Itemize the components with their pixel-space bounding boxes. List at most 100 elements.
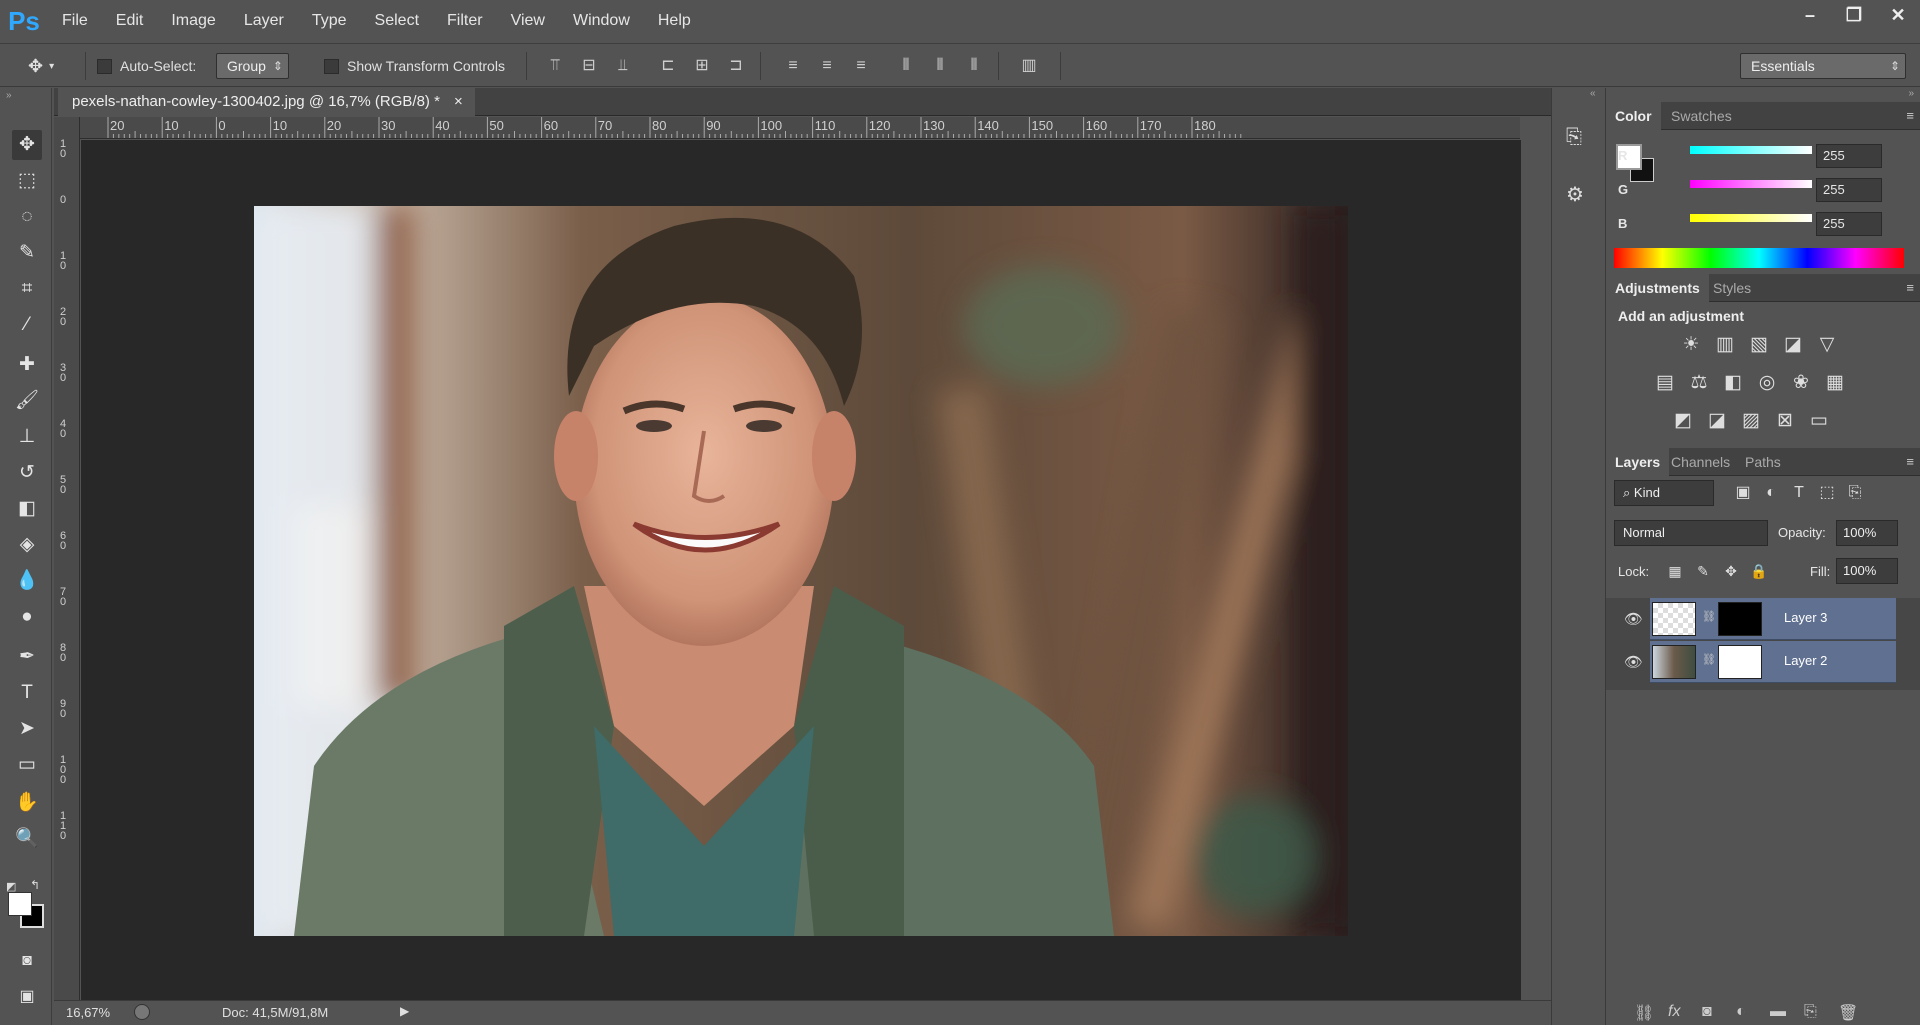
tab-layers[interactable]: Layers [1606, 448, 1670, 476]
filter-type-icon[interactable]: T [1786, 480, 1812, 506]
tab-adjustments[interactable]: Adjustments [1606, 274, 1709, 302]
layer-name[interactable]: Layer 3 [1784, 610, 1827, 625]
new-layer-icon[interactable]: ⎘ [1804, 1003, 1817, 1021]
clone-stamp-tool-icon[interactable]: ⊥ [12, 422, 42, 452]
distribute-vcenter-icon[interactable]: ≡ [816, 56, 838, 76]
close-document-icon[interactable]: × [454, 88, 463, 116]
layer-name[interactable]: Layer 2 [1784, 653, 1827, 668]
minimize-button[interactable]: – [1788, 0, 1832, 30]
align-top-icon[interactable]: ⫪ [544, 56, 566, 76]
brightness-contrast-icon[interactable]: ☀ [1678, 332, 1704, 358]
posterize-icon[interactable]: ◪ [1704, 408, 1730, 434]
zoom-tool-icon[interactable]: 🔍 [12, 824, 42, 854]
link-icon[interactable]: ⛓ [1702, 610, 1716, 623]
auto-select-target-dropdown[interactable]: Group [216, 53, 289, 79]
red-value-field[interactable]: 255 [1816, 144, 1882, 168]
collapse-toolbar-icon[interactable]: » [6, 90, 12, 101]
collapse-dock-icon[interactable]: « [1590, 88, 1596, 99]
move-tool-preset[interactable]: ✥ ▾ [28, 54, 54, 78]
new-adjustment-layer-icon[interactable]: ◐ [1736, 1003, 1746, 1021]
add-mask-icon[interactable]: ◙ [1702, 1003, 1712, 1021]
blend-mode-dropdown[interactable]: Normal [1614, 520, 1768, 546]
menu-type[interactable]: Type [298, 0, 361, 42]
type-tool-icon[interactable]: T [12, 678, 42, 708]
lock-position-icon[interactable]: ✥ [1718, 558, 1744, 584]
selective-color-icon[interactable]: ⊠ [1772, 408, 1798, 434]
red-slider[interactable] [1690, 146, 1812, 154]
menu-select[interactable]: Select [361, 0, 433, 42]
new-group-icon[interactable]: ▬ [1770, 1003, 1786, 1021]
workspace-dropdown[interactable]: Essentials [1740, 53, 1906, 79]
auto-select-option[interactable]: Auto-Select: [97, 54, 196, 78]
quick-mask-icon[interactable]: ◙ [12, 946, 42, 976]
gradient-map-icon[interactable]: ▭ [1806, 408, 1832, 434]
distribute-left-icon[interactable]: ⦀ [895, 56, 917, 76]
foreground-color-swatch[interactable] [8, 892, 32, 916]
history-panel-icon[interactable]: ⎘ [1566, 126, 1582, 149]
layer-row[interactable]: ⛓ Layer 2 [1650, 641, 1896, 683]
menu-help[interactable]: Help [644, 0, 705, 42]
align-left-icon[interactable]: ⊏ [657, 56, 679, 76]
pen-tool-icon[interactable]: ✒ [12, 642, 42, 672]
healing-brush-tool-icon[interactable]: ✚ [12, 350, 42, 380]
swap-colors-icon[interactable]: ↰ [30, 878, 40, 892]
zoom-level[interactable]: 16,67% [66, 1005, 110, 1020]
photo-filter-icon[interactable]: ◎ [1754, 370, 1780, 396]
marquee-tool-icon[interactable]: ⬚ [12, 166, 42, 196]
hue-saturation-icon[interactable]: ▤ [1652, 370, 1678, 396]
blur-tool-icon[interactable]: 💧 [12, 566, 42, 596]
menu-window[interactable]: Window [559, 0, 644, 42]
dodge-tool-icon[interactable]: ● [12, 602, 42, 632]
layer-row[interactable]: ⛓ Layer 3 [1650, 598, 1896, 640]
quick-selection-tool-icon[interactable]: ✎ [12, 238, 42, 268]
exposure-icon[interactable]: ◪ [1780, 332, 1806, 358]
show-transform-option[interactable]: Show Transform Controls [324, 54, 505, 78]
transform-controls-checkbox[interactable] [324, 58, 339, 74]
color-balance-icon[interactable]: ⚖ [1686, 370, 1712, 396]
tab-channels[interactable]: Channels [1662, 448, 1739, 476]
green-slider[interactable] [1690, 180, 1812, 188]
lock-all-icon[interactable]: 🔒 [1746, 558, 1772, 584]
blue-value-field[interactable]: 255 [1816, 212, 1882, 236]
visibility-eye-icon[interactable]: 👁 [1624, 653, 1643, 671]
filter-smart-object-icon[interactable]: ⎘ [1842, 480, 1868, 506]
panel-menu-icon[interactable]: ≡ [1906, 454, 1914, 469]
eyedropper-tool-icon[interactable]: ⁄ [12, 310, 42, 340]
lock-pixels-icon[interactable]: ✎ [1690, 558, 1716, 584]
menu-file[interactable]: File [48, 0, 102, 42]
link-layers-icon[interactable]: ⛓ [1634, 1003, 1654, 1023]
align-vcenter-icon[interactable]: ⊟ [578, 56, 600, 76]
status-info-icon[interactable] [134, 1004, 150, 1020]
auto-align-layers-icon[interactable]: ▥ [1018, 56, 1040, 76]
hand-tool-icon[interactable]: ✋ [12, 788, 42, 818]
restore-button[interactable]: ❐ [1832, 0, 1876, 30]
distribute-right-icon[interactable]: ⦀ [963, 56, 985, 76]
menu-filter[interactable]: Filter [433, 0, 497, 42]
rectangle-tool-icon[interactable]: ▭ [12, 750, 42, 780]
tab-paths[interactable]: Paths [1736, 448, 1790, 476]
distribute-hcenter-icon[interactable]: ⦀ [929, 56, 951, 76]
menu-image[interactable]: Image [157, 0, 229, 42]
status-menu-arrow-icon[interactable]: ▶ [400, 1004, 409, 1018]
expand-panels-icon[interactable]: » [1908, 88, 1914, 99]
vibrance-icon[interactable]: ▽ [1814, 332, 1840, 358]
properties-panel-icon[interactable]: ⚙ [1566, 182, 1584, 207]
levels-icon[interactable]: ▥ [1712, 332, 1738, 358]
layer-style-icon[interactable]: fx [1668, 1003, 1680, 1021]
lock-transparent-icon[interactable]: ▦ [1662, 558, 1688, 584]
fill-field[interactable]: 100% [1836, 558, 1898, 584]
layer-filter-dropdown[interactable]: ⌕ Kind [1614, 480, 1714, 506]
auto-select-checkbox[interactable] [97, 58, 112, 74]
paint-bucket-tool-icon[interactable]: ◈ [12, 530, 42, 560]
tab-color[interactable]: Color [1606, 102, 1661, 130]
history-brush-tool-icon[interactable]: ↺ [12, 458, 42, 488]
panel-menu-icon[interactable]: ≡ [1906, 108, 1914, 123]
green-value-field[interactable]: 255 [1816, 178, 1882, 202]
distribute-bottom-icon[interactable]: ≡ [850, 56, 872, 76]
opacity-field[interactable]: 100% [1836, 520, 1898, 546]
menu-edit[interactable]: Edit [102, 0, 158, 42]
align-bottom-icon[interactable]: ⫫ [612, 56, 634, 76]
blue-slider[interactable] [1690, 214, 1812, 222]
move-tool-icon[interactable]: ✥ [12, 130, 42, 160]
eraser-tool-icon[interactable]: ◧ [12, 494, 42, 524]
